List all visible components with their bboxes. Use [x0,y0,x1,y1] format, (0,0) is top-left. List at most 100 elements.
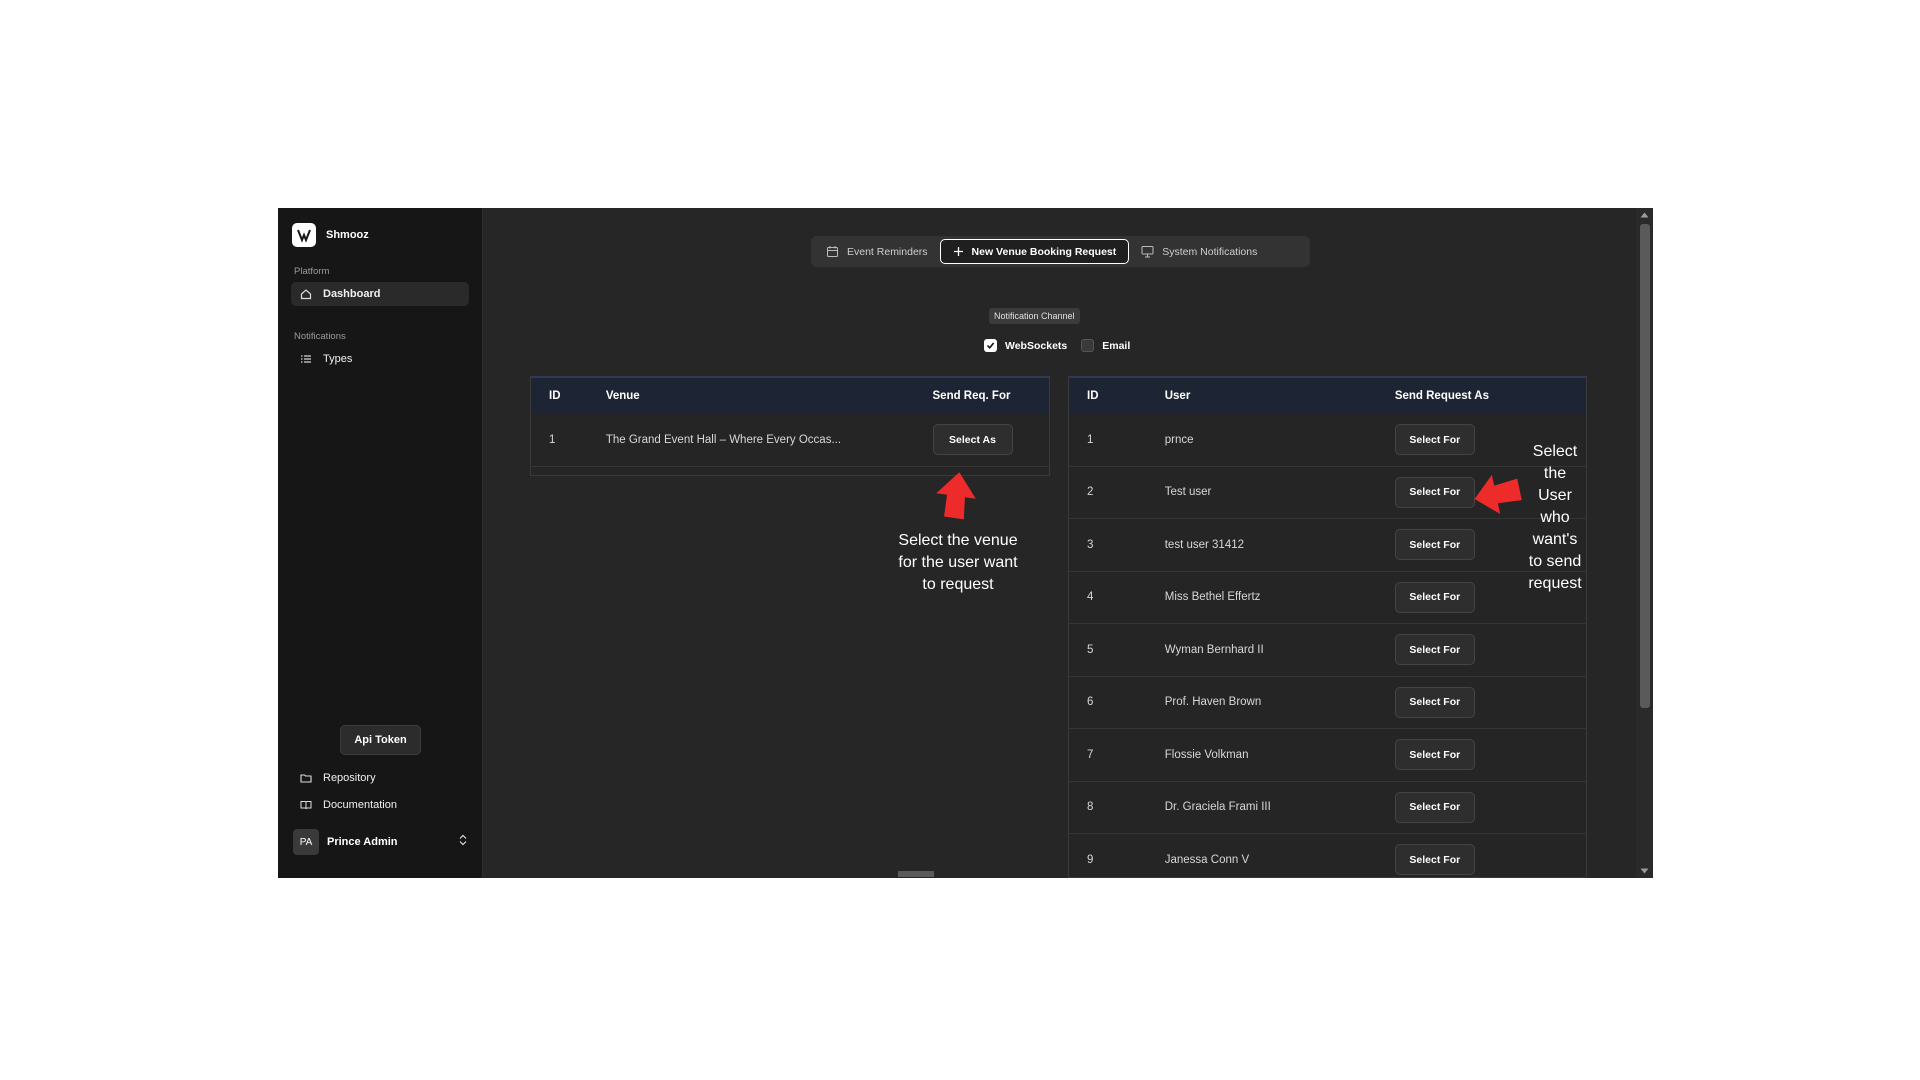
annotation-line: User [1538,487,1572,504]
user-name-cell: Wyman Bernhard II [1164,643,1264,656]
notification-channel-label: Notification Channel [989,308,1080,324]
sidebar-item-dashboard[interactable]: Dashboard [291,282,469,306]
user-id: 8 [1087,801,1094,814]
user-id: 5 [1087,643,1094,656]
section-platform-label: Platform [294,266,330,277]
venue-id: 1 [549,433,556,446]
vertical-scrollbar[interactable] [1636,208,1653,878]
table-row: 1 prnce Select For [1069,414,1586,467]
email-checkbox[interactable] [1081,339,1095,352]
table-row: 3 test user 31412 Select For [1069,519,1586,572]
email-label: Email [1102,339,1131,352]
websockets-checkbox[interactable] [984,339,997,352]
select-as-button[interactable]: Select As [932,424,1013,456]
annotation-line: Select the venue [898,532,1018,549]
select-for-button[interactable]: Select For [1394,581,1475,613]
annotation-line: for the user want [898,554,1018,571]
venue-annotation: Select the venue for the user want to re… [878,530,1038,596]
tab-label: New Venue Booking Request [971,245,1117,258]
red-arrow-up-icon [936,472,976,520]
user-name: Prince Admin [327,836,398,848]
section-notifications-label: Notifications [294,331,346,342]
select-for-button[interactable]: Select For [1394,844,1475,876]
select-for-button[interactable]: Select For [1394,634,1475,666]
column-header: Venue [605,390,640,402]
table-row: 6 Prof. Haven Brown Select For [1069,677,1586,729]
user-id: 9 [1087,853,1094,866]
tab-new-venue-booking-request[interactable]: New Venue Booking Request [939,239,1130,264]
user-name-cell: Dr. Graciela Frami III [1164,801,1271,814]
monitor-icon [1141,245,1154,258]
annotation-line: Select [1532,443,1578,460]
user-name-cell: Flossie Volkman [1164,748,1249,761]
sidebar-item-label: Documentation [323,799,397,811]
user-name-cell: Janessa Conn V [1164,853,1250,866]
table-row: 7 Flossie Volkman Select For [1069,729,1586,782]
user-id: 1 [1087,433,1094,446]
api-token-button[interactable]: Api Token [340,725,421,755]
websockets-label: WebSockets [1005,339,1068,352]
folder-git-icon [299,771,313,785]
venue-table: ID Venue Send Req. For 1 The Grand Event… [530,376,1050,476]
annotation-line: request [1528,575,1582,592]
annotation-line: to request [922,576,994,593]
user-menu[interactable]: PA Prince Admin [293,828,468,856]
sidebar: Shmooz Platform Dashboard Notifications … [278,208,483,878]
brand[interactable]: Shmooz [292,223,369,247]
list-icon [299,352,313,366]
annotation-line: who [1540,509,1570,526]
user-id: 4 [1087,591,1094,604]
select-for-button[interactable]: Select For [1394,791,1475,823]
column-header: ID [1087,390,1099,402]
select-for-button[interactable]: Select For [1394,529,1475,561]
user-name-cell: prnce [1164,433,1194,446]
table-row: 9 Janessa Conn V Select For [1069,834,1586,877]
user-id: 6 [1087,696,1094,709]
user-annotation: Select the User who want's to send reque… [1518,441,1592,595]
select-for-button[interactable]: Select For [1394,476,1475,508]
sidebar-item-types[interactable]: Types [291,347,469,371]
scrollbar-thumb[interactable] [1640,224,1650,708]
avatar: PA [293,829,319,855]
select-for-button[interactable]: Select For [1394,686,1475,718]
app-window: Shmooz Platform Dashboard Notifications … [278,208,1653,878]
column-header: Send Req. For [932,390,1011,402]
chevrons-up-down-icon [458,833,468,851]
tab-event-reminders[interactable]: Event Reminders [814,239,940,264]
tab-label: System Notifications [1162,245,1258,258]
table-row: 1 The Grand Event Hall – Where Every Occ… [531,414,1049,467]
annotation-line: to send [1528,553,1582,570]
user-id: 7 [1087,748,1094,761]
sidebar-item-label: Dashboard [323,288,381,300]
sidebar-item-documentation[interactable]: Documentation [291,793,469,817]
user-name-cell: Test user [1164,486,1212,499]
column-header: User [1164,390,1191,402]
book-open-icon [299,798,313,812]
scroll-down-icon[interactable] [1640,868,1649,874]
sidebar-item-repository[interactable]: Repository [291,766,469,790]
table-row: 8 Dr. Graciela Frami III Select For [1069,782,1586,834]
home-icon [299,287,313,301]
column-header: ID [549,390,561,402]
calendar-icon [826,245,839,258]
tab-label: Event Reminders [847,245,928,258]
notification-channel-options: WebSockets Email [984,339,1130,352]
users-table-header: ID User Send Request As [1069,376,1586,414]
annotation-line: the [1543,465,1567,482]
select-for-button[interactable]: Select For [1394,424,1475,456]
table-row: 5 Wyman Bernhard II Select For [1069,624,1586,677]
horizontal-scrollbar-thumb[interactable] [898,871,934,877]
sidebar-item-label: Types [323,353,353,365]
venue-table-header: ID Venue Send Req. For [531,376,1049,414]
annotation-line: want's [1532,531,1578,548]
user-id: 3 [1087,538,1094,551]
venue-name: The Grand Event Hall – Where Every Occas… [605,433,842,446]
app-name: Shmooz [326,229,369,241]
select-for-button[interactable]: Select For [1394,739,1475,771]
user-name-cell: Miss Bethel Effertz [1164,591,1261,604]
tab-system-notifications[interactable]: System Notifications [1129,239,1269,264]
scroll-up-icon[interactable] [1640,212,1649,218]
table-row: 4 Miss Bethel Effertz Select For [1069,572,1586,624]
app-logo-icon [292,223,316,247]
user-name-cell: Prof. Haven Brown [1164,696,1262,709]
